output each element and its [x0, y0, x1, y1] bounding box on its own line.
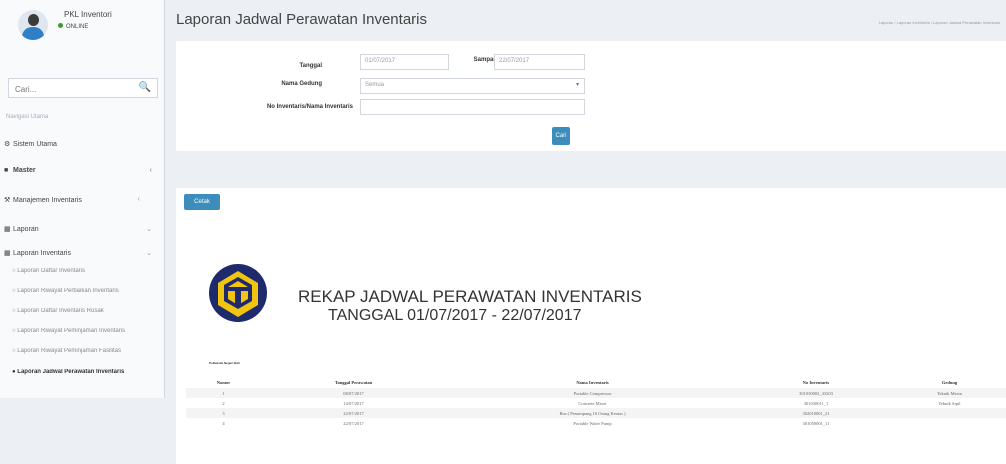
tanggal-input[interactable]: 01/07/2017: [360, 54, 449, 70]
breadcrumb[interactable]: Laporan / Laporan Inventaris / Laporan J…: [879, 20, 1000, 25]
col-nomor: Nomor: [216, 379, 231, 385]
report-table: Nomor Tanggal Perawatan Nama Inventaris …: [186, 376, 1006, 428]
report-title: REKAP JADWAL PERAWATAN INVENTARIS: [298, 287, 642, 306]
col-tanggal-perawatan: Tanggal Perawatan: [334, 379, 373, 385]
table-row: 4 22/07/2017 Portable Water Pump 3010500…: [222, 420, 830, 426]
sub-item-riwayat-peminjaman-fasilitas[interactable]: ○ Laporan Riwayat Peminjaman Fasilitas: [12, 348, 162, 354]
chevron-down-icon: ⌄: [146, 250, 152, 257]
chevron-left-icon: ‹: [137, 196, 140, 203]
col-nama-inventaris: Nama Inventaris: [576, 379, 609, 385]
report-subtitle: TANGGAL 01/07/2017 - 22/07/2017: [328, 307, 582, 324]
sub-item-riwayat-peminjaman-inventaris[interactable]: ○ Laporan Riwayat Peminjaman Inventaris: [12, 328, 162, 334]
sidebar-search: 🔍: [8, 78, 158, 99]
tools-icon: ⚒: [4, 197, 11, 204]
search-icon[interactable]: 🔍: [139, 82, 151, 93]
table-header-row: Nomor Tanggal Perawatan Nama Inventaris …: [186, 376, 1006, 388]
report-panel: Cetak Politeknik Negeri Bali REKAP JADWA…: [176, 188, 1006, 464]
cetak-button[interactable]: Cetak: [184, 194, 220, 210]
table-row: 3 22/07/2017 Bus ( Penumpang 16 Orang Ke…: [186, 408, 1006, 418]
gedung-select[interactable]: Semua ▾: [360, 78, 585, 94]
sidebar-item-manajemen-inventaris[interactable]: ⚒ Manajemen Inventaris ‹: [4, 196, 162, 204]
sampai-input[interactable]: 22/07/2017: [494, 54, 585, 70]
user-status: ONLINE: [58, 23, 88, 30]
sidebar-item-laporan[interactable]: ▦ Laporan ⌄: [4, 225, 162, 233]
col-no-inventaris: No Inventaris: [802, 379, 830, 385]
tanggal-label: Tanggal: [299, 63, 322, 69]
database-icon: ■: [4, 167, 9, 174]
report-icon: ▦: [4, 250, 11, 257]
sub-item-riwayat-perbaikan[interactable]: ○ Laporan Riwayat Perbaikan Inventaris: [12, 288, 162, 294]
sub-item-daftar-rusak[interactable]: ○ Laporan Daftar Inventaris Rusak: [12, 308, 162, 314]
logo-caption: Politeknik Negeri Bali: [209, 361, 240, 365]
report-icon: ▦: [4, 226, 11, 233]
user-name: PKL Inventori: [64, 10, 112, 19]
filter-panel: Tanggal 01/07/2017 Sampai 22/07/2017 Nam…: [176, 41, 1006, 151]
menu-header: Navigasi Utama: [6, 114, 49, 120]
online-dot-icon: [58, 23, 63, 28]
table-row: 2 14/07/2017 Concrete Mixer 301030011_1 …: [222, 400, 961, 406]
avatar: [18, 10, 48, 40]
col-gedung: Gedung: [941, 379, 958, 385]
sidebar-footer: [0, 398, 165, 464]
chevron-down-icon: ⌄: [146, 226, 152, 233]
sub-item-daftar-inventaris[interactable]: ○ Laporan Daftar Inventaris: [12, 268, 162, 274]
cari-button[interactable]: Cari: [552, 127, 570, 145]
sidebar-item-laporan-inventaris[interactable]: ▦ Laporan Inventaris ⌄: [4, 249, 162, 257]
table-row: 1 08/07/2017 Portable Compressor 3010300…: [186, 388, 1006, 398]
search-input[interactable]: [9, 80, 129, 99]
caret-down-icon: ▾: [575, 82, 579, 88]
content-header: Laporan Jadwal Perawatan Inventaris Lapo…: [165, 0, 1006, 40]
noinv-input[interactable]: [360, 99, 585, 115]
politeknik-logo: [209, 264, 267, 322]
sidebar-item-master[interactable]: ■ Master ‹: [4, 167, 162, 174]
page-title: Laporan Jadwal Perawatan Inventaris: [176, 11, 427, 28]
sub-item-jadwal-perawatan[interactable]: ● Laporan Jadwal Perawatan Inventaris: [12, 369, 162, 375]
user-panel: PKL Inventori ONLINE: [0, 0, 165, 52]
sampai-label: Sampai: [473, 57, 495, 63]
noinv-label: No Inventaris/Nama Inventaris: [266, 104, 353, 110]
gear-icon: ⚙: [4, 141, 11, 148]
sidebar: PKL Inventori ONLINE 🔍 Navigasi Utama ⚙S…: [0, 0, 165, 464]
chevron-left-icon: ‹: [149, 167, 152, 174]
gedung-label: Nama Gedung: [281, 81, 322, 87]
sidebar-item-sistem-utama[interactable]: ⚙ Sistem Utama: [4, 140, 162, 148]
